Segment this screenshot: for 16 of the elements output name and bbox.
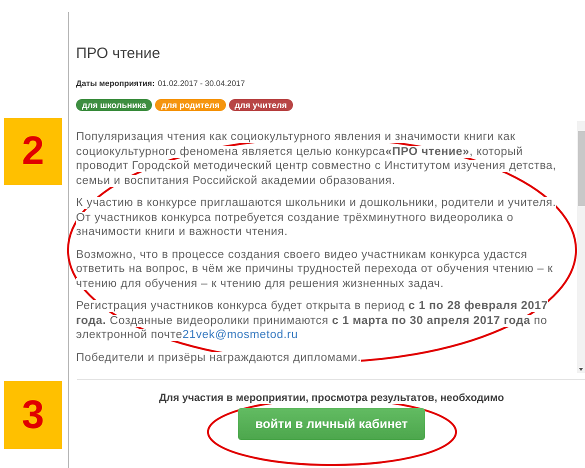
dates-value: 01.02.2017 - 30.04.2017 xyxy=(158,79,245,88)
description-paragraph: Регистрация участников конкурса будет открыта в период с 1 по 28 февраля 2017 года. Созданные видеоролики принимаются с 1 марта по 30 апреля 2017 года по электронной почте21vek@mosmetod.ru xyxy=(76,299,550,342)
audience-tag[interactable]: для учителя xyxy=(228,99,293,111)
step-number: 3 xyxy=(4,381,62,449)
description-paragraph: Победители и призёры награждаются дипломами. xyxy=(76,350,362,365)
scrollbar[interactable] xyxy=(577,121,585,373)
email-link[interactable]: 21vek@mosmetod.ru xyxy=(182,329,298,341)
login-prompt: Для участия в мероприятии, просмотра результатов, необходимо xyxy=(158,392,504,404)
dates-label: Даты мероприятия: xyxy=(76,79,155,88)
description-paragraph: Возможно, что в процессе создания своего видео участникам конкурса удастся ответить на вопрос, в чём же причины трудностей перехода от обучения чтению – к чтению для обучения – к чтению для решения жизненных задач. xyxy=(76,248,554,291)
audience-tag[interactable]: для родителя xyxy=(155,99,226,111)
audience-tag[interactable]: для школьника xyxy=(76,99,152,111)
description-paragraph: Популяризация чтения как социокультурного явления и значимости книги как социокультурного феномена является целью конкурса«ПРО чтение», который проводит Городской методический центр совместно с Институтом изучения детства, семьи и воспитания Российской академии образования. xyxy=(76,130,558,188)
step-number: 2 xyxy=(4,118,62,185)
login-button[interactable]: войти в личный кабинет xyxy=(238,408,425,440)
event-title: ПРО чтение xyxy=(76,45,162,62)
